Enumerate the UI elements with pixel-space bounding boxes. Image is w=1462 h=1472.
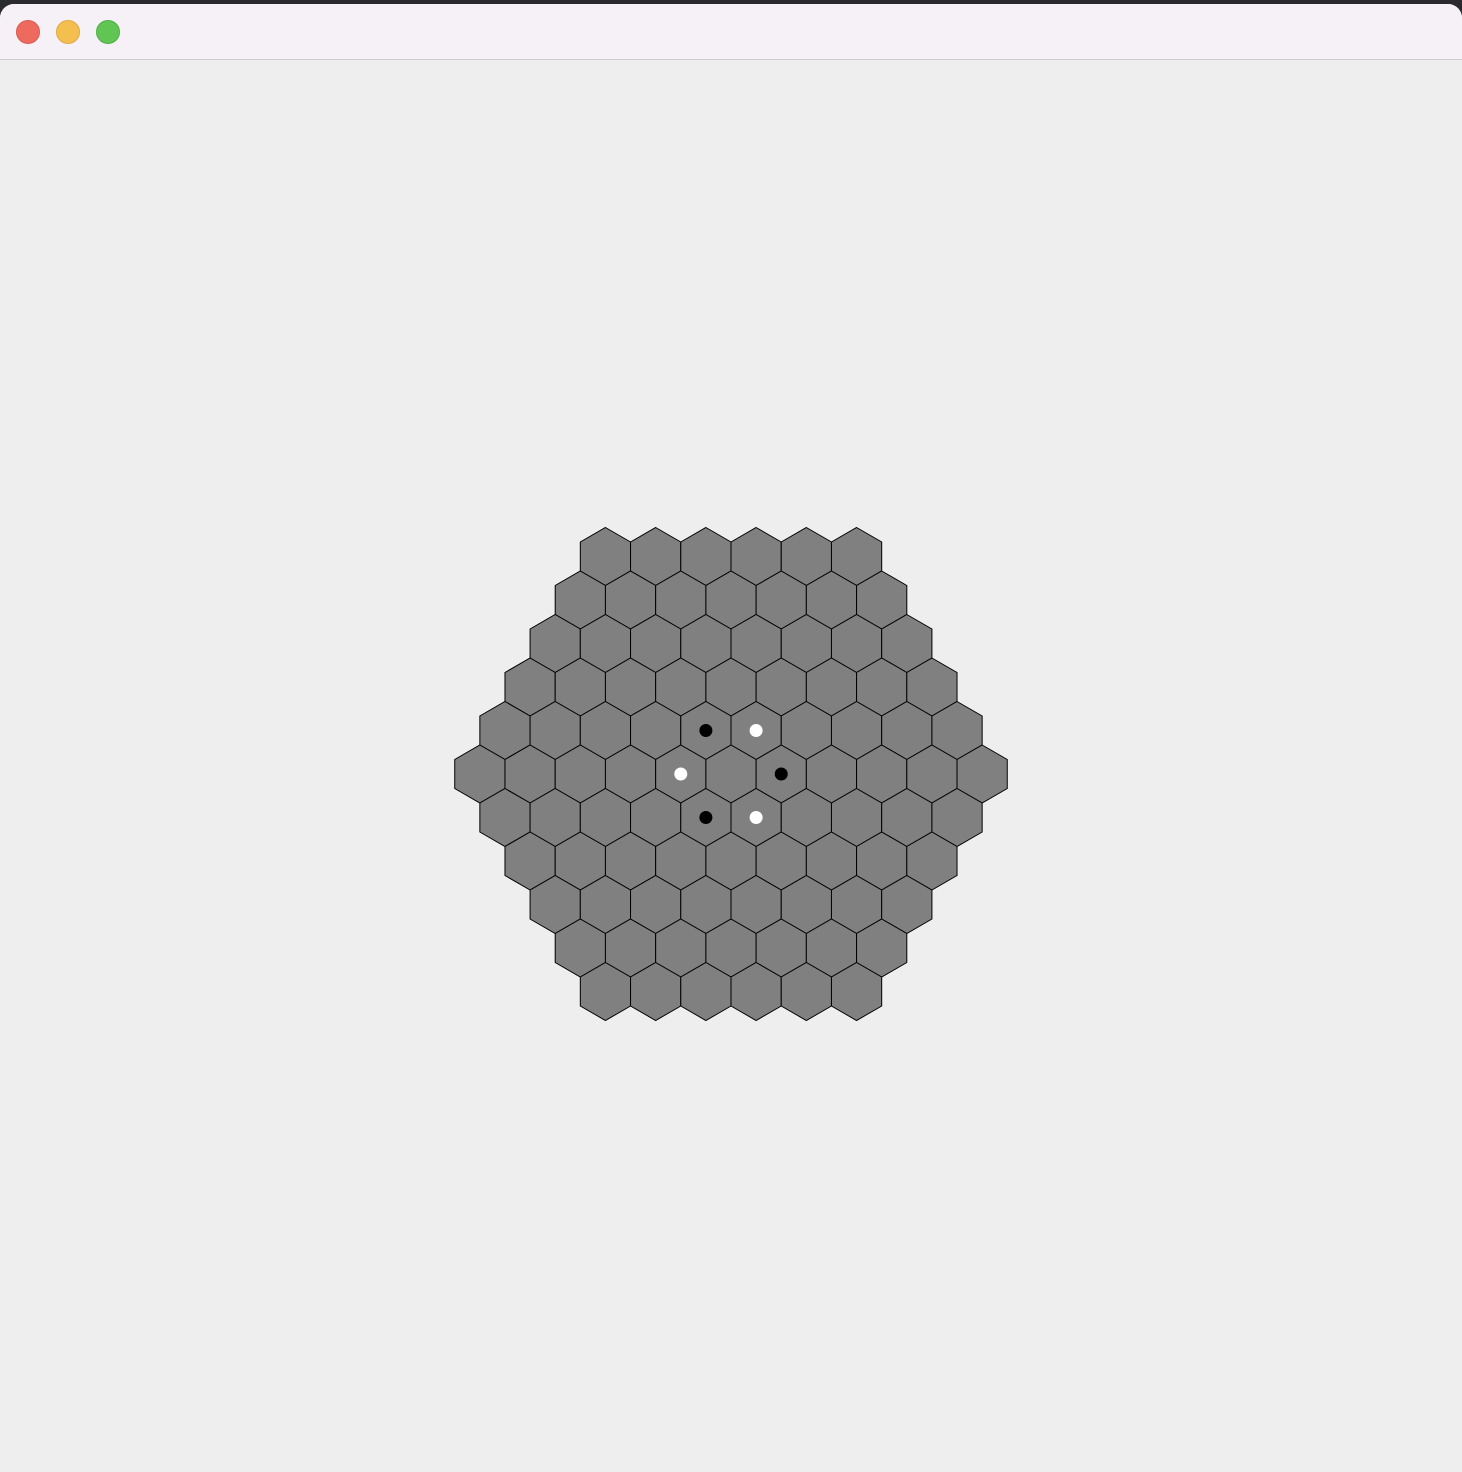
white-piece[interactable]	[749, 811, 763, 824]
minimize-button[interactable]	[56, 20, 80, 44]
white-piece[interactable]	[674, 767, 688, 781]
zoom-button[interactable]	[96, 20, 120, 44]
game-area	[0, 61, 1462, 1472]
title-bar	[0, 4, 1462, 60]
black-piece[interactable]	[699, 811, 713, 824]
hex-board	[454, 526, 1008, 1022]
black-piece[interactable]	[699, 724, 713, 737]
close-button[interactable]	[16, 20, 40, 44]
app-window	[0, 4, 1462, 1472]
white-piece[interactable]	[749, 724, 763, 737]
black-piece[interactable]	[774, 767, 788, 781]
